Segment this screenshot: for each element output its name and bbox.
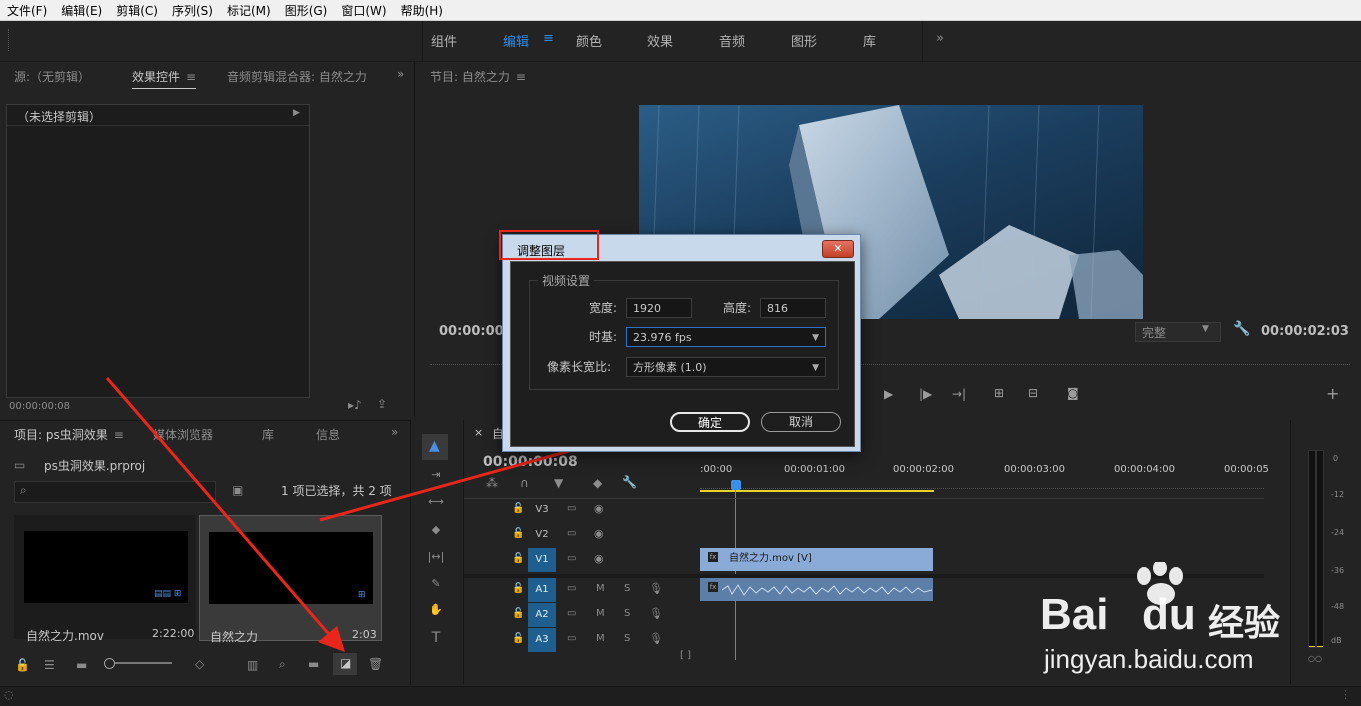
timebase-select[interactable]: 23.976 fps ▼ bbox=[626, 327, 826, 347]
width-input[interactable]: 1920 bbox=[626, 298, 692, 318]
height-value: 816 bbox=[767, 302, 788, 315]
arrow-head bbox=[318, 626, 345, 652]
watermark-cn: 经验 bbox=[1208, 603, 1281, 644]
adjustment-layer-dialog: 调整图层 ✕ 视频设置 宽度: 1920 高度: 816 时基: 23.976 … bbox=[499, 230, 861, 452]
pixel-aspect-value: 方形像素 (1.0) bbox=[633, 361, 707, 374]
cancel-label: 取消 bbox=[788, 415, 813, 429]
baidu-watermark: Bai du 经验 jingyan.baidu.com bbox=[1040, 562, 1290, 680]
video-settings-group: 视频设置 宽度: 1920 高度: 816 时基: 23.976 fps ▼ 像… bbox=[529, 272, 839, 390]
title-highlight-box bbox=[499, 230, 599, 260]
width-value: 1920 bbox=[633, 302, 661, 315]
height-input[interactable]: 816 bbox=[760, 298, 826, 318]
height-label: 高度: bbox=[723, 301, 752, 315]
chevron-down-icon: ▼ bbox=[812, 363, 819, 373]
timebase-label: 时基: bbox=[589, 330, 618, 344]
group-label: 视频设置 bbox=[538, 272, 595, 289]
close-icon: ✕ bbox=[833, 242, 843, 255]
watermark-url: jingyan.baidu.com bbox=[1044, 644, 1254, 674]
width-label: 宽度: bbox=[589, 301, 618, 315]
ok-label: 确定 bbox=[697, 416, 722, 430]
cancel-button[interactable]: 取消 bbox=[761, 412, 841, 432]
pixel-aspect-label: 像素长宽比: bbox=[547, 360, 612, 374]
watermark-brand: Bai bbox=[1040, 590, 1109, 639]
pixel-aspect-select[interactable]: 方形像素 (1.0) ▼ bbox=[626, 357, 826, 377]
chevron-down-icon: ▼ bbox=[812, 333, 819, 343]
arrow-line bbox=[105, 377, 336, 641]
timebase-value: 23.976 fps bbox=[633, 331, 692, 344]
watermark-brand-suffix: du bbox=[1142, 590, 1196, 639]
dialog-close-button[interactable]: ✕ bbox=[822, 240, 854, 258]
ok-button[interactable]: 确定 bbox=[670, 412, 750, 432]
dialog-body: 视频设置 宽度: 1920 高度: 816 时基: 23.976 fps ▼ 像… bbox=[510, 261, 855, 447]
